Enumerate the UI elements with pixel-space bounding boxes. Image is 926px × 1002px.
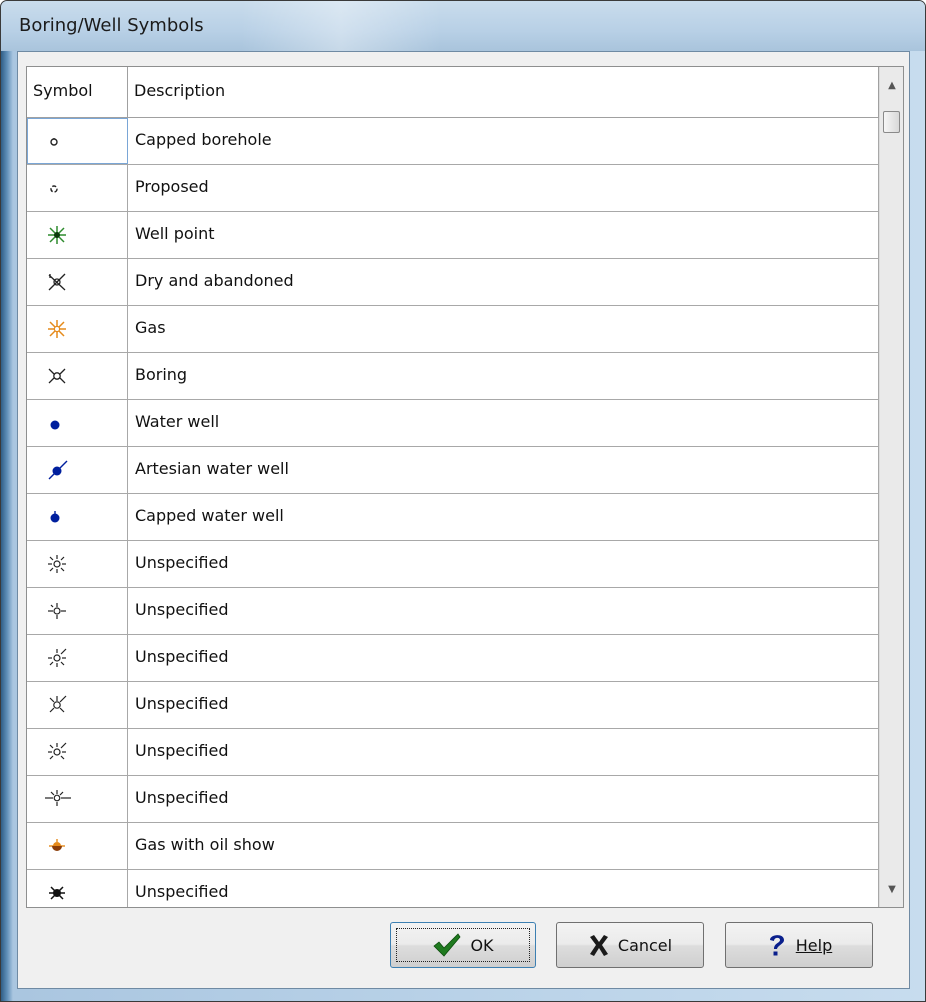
dialog-client-area: Symbol Description Capped borehole Propo… bbox=[17, 51, 910, 989]
column-header-description[interactable]: Description bbox=[128, 67, 879, 117]
scroll-up-arrow-icon[interactable]: ▲ bbox=[880, 73, 903, 97]
button-bar: OK Cancel Help bbox=[18, 910, 909, 988]
window-title: Boring/Well Symbols bbox=[19, 15, 204, 36]
unspecified-7-icon bbox=[49, 886, 65, 900]
description-cell[interactable]: Gas with oil show bbox=[128, 823, 879, 869]
scroll-down-arrow-icon[interactable]: ▼ bbox=[880, 877, 903, 901]
scrollbar-thumb[interactable] bbox=[883, 111, 900, 133]
cancel-button-label: Cancel bbox=[617, 935, 673, 955]
symbol-cell[interactable] bbox=[27, 353, 128, 399]
unspecified-2-icon bbox=[48, 603, 66, 619]
description-cell[interactable]: Water well bbox=[128, 400, 879, 446]
help-button-label: Help bbox=[795, 935, 833, 955]
description-cell[interactable]: Artesian water well bbox=[128, 447, 879, 493]
help-button[interactable]: Help bbox=[725, 922, 873, 968]
table-row[interactable]: Gas with oil show bbox=[27, 823, 879, 870]
symbol-cell[interactable] bbox=[27, 635, 128, 681]
symbol-cell[interactable] bbox=[27, 118, 128, 164]
description-cell[interactable]: Capped water well bbox=[128, 494, 879, 540]
table-row[interactable]: Unspecified bbox=[27, 776, 879, 823]
symbol-cell[interactable] bbox=[27, 165, 128, 211]
description-cell[interactable]: Unspecified bbox=[128, 588, 879, 634]
unspecified-6-icon bbox=[45, 790, 71, 806]
symbol-cell[interactable] bbox=[27, 400, 128, 446]
symbol-cell[interactable] bbox=[27, 870, 128, 907]
capped-water-well-icon bbox=[50, 511, 60, 523]
vertical-scrollbar[interactable]: ▲ ▼ bbox=[879, 67, 903, 907]
cancel-x-icon bbox=[589, 935, 608, 956]
unspecified-3-icon bbox=[48, 648, 67, 667]
description-cell[interactable]: Well point bbox=[128, 212, 879, 258]
dry-abandoned-icon bbox=[48, 273, 66, 291]
column-header-symbol[interactable]: Symbol bbox=[27, 67, 128, 117]
table-row[interactable]: Unspecified bbox=[27, 541, 879, 588]
proposed-icon bbox=[50, 185, 58, 193]
table-row[interactable]: Proposed bbox=[27, 165, 879, 212]
table-row[interactable]: Unspecified bbox=[27, 682, 879, 729]
table-row[interactable]: Dry and abandoned bbox=[27, 259, 879, 306]
description-cell[interactable]: Proposed bbox=[128, 165, 879, 211]
description-cell[interactable]: Unspecified bbox=[128, 870, 879, 907]
table-row[interactable]: Well point bbox=[27, 212, 879, 259]
table-row[interactable]: Gas bbox=[27, 306, 879, 353]
title-bar-glass bbox=[241, 1, 441, 51]
focus-rectangle bbox=[396, 928, 530, 962]
unspecified-5-icon bbox=[48, 742, 67, 760]
grid-header: Symbol Description bbox=[27, 67, 879, 118]
table-row[interactable]: Artesian water well bbox=[27, 447, 879, 494]
table-row[interactable]: Water well bbox=[27, 400, 879, 447]
table-row[interactable]: Boring bbox=[27, 353, 879, 400]
grid-rows: Capped borehole Proposed Well point Dry … bbox=[27, 118, 879, 907]
well-point-icon bbox=[48, 226, 66, 244]
description-cell[interactable]: Boring bbox=[128, 353, 879, 399]
unspecified-4-icon bbox=[49, 695, 67, 713]
description-cell[interactable]: Gas bbox=[128, 306, 879, 352]
question-mark-icon bbox=[769, 935, 784, 956]
table-row[interactable]: Capped borehole bbox=[27, 118, 879, 165]
description-cell[interactable]: Capped borehole bbox=[128, 118, 879, 164]
symbol-cell[interactable] bbox=[27, 823, 128, 869]
symbol-cell[interactable] bbox=[27, 259, 128, 305]
symbol-cell[interactable] bbox=[27, 494, 128, 540]
symbols-grid[interactable]: Symbol Description Capped borehole Propo… bbox=[26, 66, 904, 908]
table-row[interactable]: Unspecified bbox=[27, 635, 879, 682]
description-cell[interactable]: Unspecified bbox=[128, 776, 879, 822]
symbol-cell[interactable] bbox=[27, 776, 128, 822]
description-cell[interactable]: Unspecified bbox=[128, 729, 879, 775]
symbol-cell[interactable] bbox=[27, 729, 128, 775]
description-cell[interactable]: Dry and abandoned bbox=[128, 259, 879, 305]
dialog-window: Boring/Well Symbols Symbol Description C… bbox=[0, 0, 926, 1002]
table-row[interactable]: Unspecified bbox=[27, 870, 879, 907]
water-well-icon bbox=[50, 420, 60, 430]
symbol-cell[interactable] bbox=[27, 212, 128, 258]
ok-button[interactable]: OK bbox=[390, 922, 536, 968]
cancel-button[interactable]: Cancel bbox=[556, 922, 704, 968]
gas-icon bbox=[48, 320, 66, 338]
description-cell[interactable]: Unspecified bbox=[128, 682, 879, 728]
description-cell[interactable]: Unspecified bbox=[128, 635, 879, 681]
table-row[interactable]: Unspecified bbox=[27, 729, 879, 776]
symbol-cell[interactable] bbox=[27, 541, 128, 587]
artesian-water-well-icon bbox=[48, 460, 68, 480]
unspecified-1-icon bbox=[48, 555, 66, 573]
description-cell[interactable]: Unspecified bbox=[128, 541, 879, 587]
title-bar[interactable]: Boring/Well Symbols bbox=[1, 1, 925, 51]
capped-borehole-icon bbox=[50, 138, 58, 146]
symbol-cell[interactable] bbox=[27, 447, 128, 493]
table-row[interactable]: Capped water well bbox=[27, 494, 879, 541]
table-row[interactable]: Unspecified bbox=[27, 588, 879, 635]
symbol-cell[interactable] bbox=[27, 306, 128, 352]
boring-icon bbox=[48, 368, 66, 384]
gas-with-oil-show-icon bbox=[49, 839, 65, 851]
symbol-cell[interactable] bbox=[27, 682, 128, 728]
symbol-cell[interactable] bbox=[27, 588, 128, 634]
